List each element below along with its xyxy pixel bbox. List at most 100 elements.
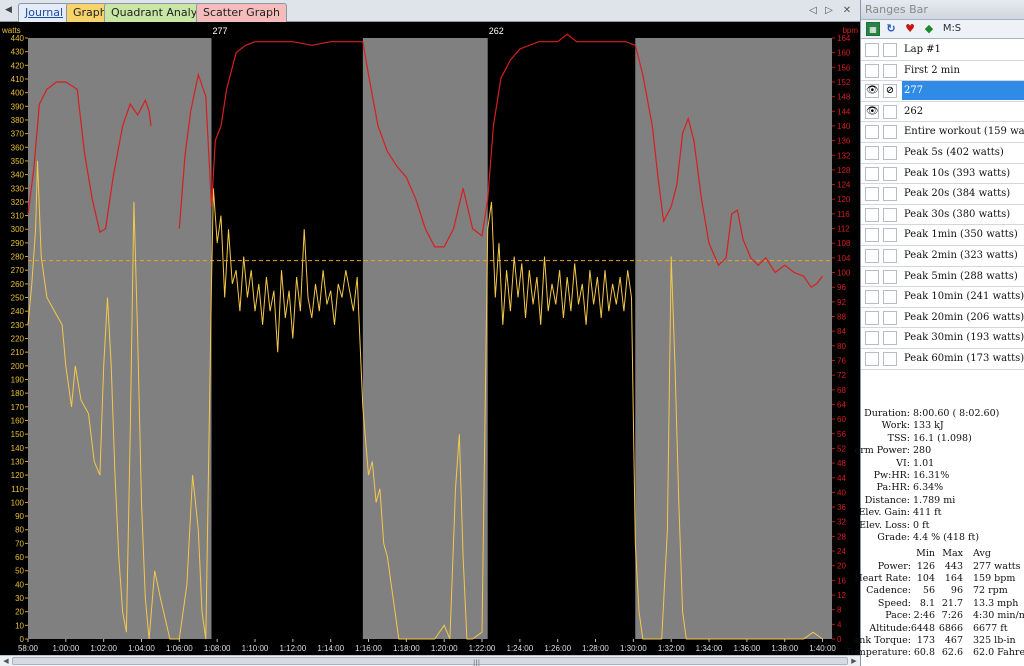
visibility-toggle[interactable] — [865, 310, 879, 325]
pin-toggle[interactable] — [883, 187, 897, 202]
visibility-toggle[interactable] — [865, 125, 879, 140]
left-axis-tick-label: 420 — [11, 61, 25, 70]
range-row[interactable]: 👁 ⊘ 277 — [861, 81, 1024, 102]
pin-toggle[interactable] — [883, 351, 897, 366]
pin-toggle[interactable] — [883, 207, 897, 222]
visibility-toggle[interactable] — [865, 351, 879, 366]
x-axis-tick-label: 1:14:00 — [317, 644, 344, 653]
tab-scroll-left-icon[interactable]: ◁ — [806, 3, 820, 18]
visibility-toggle[interactable] — [865, 145, 879, 160]
visibility-toggle[interactable] — [865, 63, 879, 78]
tab-scroll-right-icon[interactable]: ▷ — [822, 3, 836, 18]
pin-toggle[interactable] — [883, 290, 897, 305]
stat-value: 6.34% — [913, 482, 944, 494]
stat-label: Elev. Loss: — [859, 519, 910, 531]
heart-icon[interactable]: ♥ — [903, 22, 917, 36]
x-axis-tick-label: 1:24:00 — [507, 644, 534, 653]
pin-toggle[interactable] — [883, 43, 897, 57]
visibility-toggle[interactable] — [865, 166, 879, 181]
minmax-avg: 6677 ft — [973, 622, 1008, 634]
visibility-toggle[interactable] — [865, 187, 879, 202]
visibility-toggle[interactable] — [865, 290, 879, 305]
workout-graph[interactable]: 277 262 watts 0 10 20 30 40 50 60 70 80 90 100 110 120 1… — [0, 22, 860, 655]
stat-label: Pa:HR: — [876, 482, 910, 494]
minmax-label: ank Torque: — [853, 635, 911, 647]
visibility-toggle[interactable] — [865, 248, 879, 263]
tab-journal[interactable]: Journal — [18, 3, 71, 22]
x-axis-tick-label: 1:32:00 — [658, 644, 685, 653]
scroll-left-arrow-icon[interactable]: ◀ — [1, 656, 11, 666]
left-axis-tick-label: 90 — [15, 512, 24, 521]
refresh-icon[interactable]: ↻ — [884, 22, 898, 36]
range-row[interactable]: Peak 60min (173 watts) — [861, 349, 1024, 370]
pin-toggle[interactable] — [883, 331, 897, 346]
visibility-toggle[interactable] — [865, 228, 879, 243]
x-axis-tick-label: 1:28:00 — [582, 644, 609, 653]
ms-toggle[interactable]: M:S — [941, 22, 963, 36]
range-row[interactable]: Peak 1min (350 watts) — [861, 225, 1024, 246]
stat-value: 16.1 (1.098) — [913, 432, 972, 444]
range-row[interactable]: Peak 30min (193 watts) — [861, 328, 1024, 349]
left-axis-tick-label: 320 — [11, 198, 25, 207]
left-axis-tick-label: 340 — [11, 171, 25, 180]
range-row[interactable]: First 2 min — [861, 61, 1024, 82]
range-row[interactable]: 👁 262 — [861, 102, 1024, 123]
minmax-avg: 62.0 Fahrenhei — [973, 647, 1024, 659]
range-row[interactable]: Entire workout (159 watts) — [861, 122, 1024, 143]
pin-toggle[interactable] — [883, 228, 897, 243]
eye-icon[interactable]: 👁 — [865, 104, 879, 119]
left-axis-tick-label: 270 — [11, 266, 25, 275]
tab-scroll-left-icon[interactable]: ◀ — [2, 3, 15, 18]
left-axis-tick-label: 380 — [11, 116, 25, 125]
range-label: 277 — [902, 81, 1024, 101]
left-axis-tick-label: 30 — [15, 594, 24, 603]
pin-toggle[interactable] — [883, 145, 897, 160]
right-axis-tick-label: 68 — [837, 386, 846, 395]
visibility-toggle[interactable] — [865, 207, 879, 222]
pin-toggle[interactable] — [883, 269, 897, 284]
right-axis-tick-label: 156 — [837, 63, 851, 72]
range-row[interactable]: Peak 30s (380 watts) — [861, 205, 1024, 226]
range-label: First 2 min — [904, 64, 960, 76]
selected-range-band[interactable] — [211, 38, 363, 639]
left-axis-tick-label: 160 — [11, 416, 25, 425]
pin-toggle[interactable] — [883, 125, 897, 140]
chart-icon[interactable]: ▦ — [866, 22, 880, 36]
pin-toggle[interactable] — [883, 310, 897, 325]
x-axis-tick-label: 1:26:00 — [544, 644, 571, 653]
range-row[interactable]: Lap #1 — [861, 40, 1024, 61]
range-row[interactable]: Peak 5min (288 watts) — [861, 267, 1024, 288]
left-axis-tick-label: 200 — [11, 362, 25, 371]
scrollbar-thumb[interactable]: ||| — [12, 657, 848, 666]
visibility-toggle[interactable] — [865, 331, 879, 346]
eye-icon[interactable]: 👁 — [865, 84, 879, 99]
stat-value: 133 kJ — [913, 420, 944, 432]
pin-toggle[interactable] — [883, 248, 897, 263]
pin-toggle[interactable] — [883, 104, 897, 119]
range-row[interactable]: Peak 20s (384 watts) — [861, 184, 1024, 205]
range-row[interactable]: Peak 2min (323 watts) — [861, 246, 1024, 267]
pin-toggle[interactable] — [883, 63, 897, 78]
range-row[interactable]: Peak 20min (206 watts) — [861, 308, 1024, 329]
tab-scatter-graph[interactable]: Scatter Graph — [196, 3, 287, 22]
left-axis-tick-label: 330 — [11, 184, 25, 193]
range-row[interactable]: Peak 10min (241 watts) — [861, 287, 1024, 308]
close-icon[interactable]: ✕ — [840, 3, 854, 18]
minmax-avg: 4:30 min/mi — [973, 610, 1024, 622]
visibility-toggle[interactable] — [865, 43, 879, 57]
minmax-row: Altitude: 6448 6866 6677 ft — [861, 623, 1024, 635]
left-axis-tick-label: 20 — [15, 608, 24, 617]
plot-area[interactable] — [28, 38, 832, 639]
x-axis-tick-label: 1:40:00 — [809, 644, 836, 653]
pin-icon[interactable]: ⊘ — [883, 84, 897, 99]
range-row[interactable]: Peak 5s (402 watts) — [861, 143, 1024, 164]
selected-range-band[interactable] — [487, 38, 636, 639]
graph-canvas[interactable]: 277 262watts01020304050607080901001101201… — [0, 22, 860, 655]
diamond-icon[interactable]: ◆ — [922, 22, 936, 36]
visibility-toggle[interactable] — [865, 269, 879, 284]
stat-value: 8:00.60 ( 8:02.60) — [913, 408, 1000, 419]
horizontal-scrollbar[interactable]: ◀ ||| ▶ — [0, 655, 860, 666]
stat-label: orm Power: — [854, 445, 910, 457]
pin-toggle[interactable] — [883, 166, 897, 181]
range-row[interactable]: Peak 10s (393 watts) — [861, 164, 1024, 185]
